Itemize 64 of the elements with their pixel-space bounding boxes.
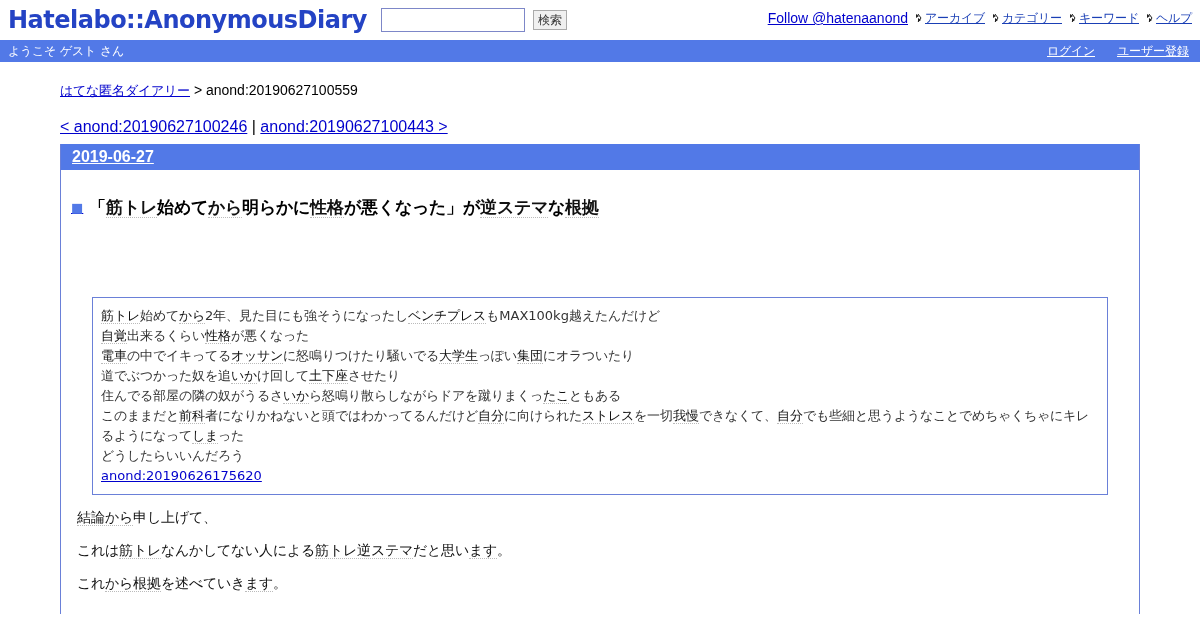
arrow-icon <box>993 14 999 22</box>
search-field[interactable] <box>380 8 525 32</box>
next-entry-link[interactable]: anond:20190627100443 > <box>260 118 448 136</box>
prev-entry-link[interactable]: < anond:20190627100246 <box>60 118 248 136</box>
account-link[interactable]: ユーザー登録 <box>1117 42 1189 60</box>
keyword-link[interactable]: 筋トレ逆ステマ <box>315 542 413 559</box>
body-paragraph: 結論から 申し上げて、 <box>77 508 218 528</box>
keyword-link[interactable]: 自覚 <box>101 328 127 344</box>
quote-line: 電車の中でイキってるオッサンに怒鳴りつけたり騒いでる大学生っぽい集団にオラついたり <box>101 347 635 366</box>
keyword-link[interactable]: 筋トレ <box>106 197 158 218</box>
nav-link[interactable]: キーワード <box>1070 9 1139 27</box>
pager-separator: | <box>250 118 257 136</box>
keyword-link[interactable]: 性格 <box>205 328 231 344</box>
quote-line: このままだと前科者になりかねないと頭ではわかってるんだけど自分に向けられたストレス を一切我慢できなくて、自分でも些細と思うようなことでめちゃくちゃにキレるようになって しま った <box>101 407 1090 446</box>
follow-link[interactable]: Follow @hatenaanond <box>767 10 908 26</box>
keyword-link[interactable]: 筋トレ <box>119 542 161 559</box>
keyword-link[interactable]: 根拠 <box>565 197 600 218</box>
source-link[interactable]: anond:20190626175620 <box>101 468 262 483</box>
keyword-link[interactable]: 自分 <box>478 408 504 424</box>
arrow-icon <box>1147 14 1153 22</box>
nav-link[interactable]: アーカイブ <box>916 9 985 27</box>
entry-title-text: 「筋トレ始めてから明らかに性格が悪くなった」が逆ステマな根拠 <box>89 196 600 219</box>
quote-line: 道でぶつかった奴を追いかけ回して土下座させたり <box>101 367 401 386</box>
account-link[interactable]: ログイン <box>1047 42 1095 60</box>
keyword-link[interactable]: 集団 <box>517 348 543 364</box>
quote-line: 住んでる部屋の隣の奴がうるさ いから怒鳴り散らしながらドアを蹴りまくっ たこ ともある <box>101 387 622 406</box>
welcome-text: ようこそ ゲスト さん <box>8 42 124 60</box>
arrow-icon <box>916 14 922 22</box>
keyword-link[interactable]: ベンチプレス <box>408 308 487 324</box>
search-button[interactable]: 検索 <box>532 10 567 30</box>
nav-link[interactable]: カテゴリー <box>993 9 1062 27</box>
keyword-link[interactable]: 大学生 <box>439 348 478 364</box>
keyword-link[interactable]: 前科 <box>179 408 205 424</box>
keyword-link[interactable]: から <box>208 197 243 218</box>
keyword-link[interactable]: しま <box>192 428 218 444</box>
keyword-link[interactable]: いか <box>231 368 257 384</box>
keyword-link[interactable]: 逆ステマ <box>480 197 549 218</box>
body-paragraph: これは筋トレ なんかしてない人による筋トレ逆ステマだと思い ます。 <box>77 541 512 561</box>
keyword-link[interactable]: いか <box>283 388 309 404</box>
keyword-link[interactable]: 土下座 <box>309 368 348 384</box>
keyword-link[interactable]: 結論から <box>77 509 133 526</box>
keyword-link[interactable]: から根拠 <box>105 575 161 592</box>
breadcrumb-link[interactable]: はてな匿名ダイアリー <box>60 82 190 100</box>
nav-link[interactable]: ヘルプ <box>1147 9 1192 27</box>
arrow-icon <box>1070 14 1076 22</box>
keyword-link[interactable]: 性格 <box>310 197 345 218</box>
keyword-link[interactable]: ます <box>469 542 497 559</box>
keyword-link[interactable]: 筋トレ <box>101 308 140 324</box>
breadcrumb-current: > anond:20190627100559 <box>192 82 358 100</box>
keyword-link[interactable]: 自分 <box>777 408 803 424</box>
body-paragraph: これから根拠を述べていき ます。 <box>77 574 288 594</box>
keyword-link[interactable]: ストレス <box>582 408 634 424</box>
keyword-link[interactable]: 電車 <box>101 348 127 364</box>
site-logo[interactable]: Hatelabo::AnonymousDiary <box>8 6 367 34</box>
keyword-link[interactable]: 我慢 <box>673 408 699 424</box>
keyword-link[interactable]: ます <box>245 575 273 592</box>
quote-line: 自覚出来るくらい性格が悪くなった <box>101 327 310 346</box>
quote-line: 筋トレ始めてから 2年、見た目にも強そうになったしベンチプレス もMAX100kg越えたんだけど <box>101 307 661 326</box>
keyword-link[interactable]: たこ <box>543 388 569 404</box>
date-link[interactable]: 2019-06-27 <box>72 148 154 166</box>
quote-line: どうしたらいいんだろう <box>101 447 245 465</box>
keyword-link[interactable]: オッサン <box>231 348 283 364</box>
permalink-mark[interactable]: ■ <box>71 200 84 215</box>
keyword-link[interactable]: から <box>179 308 205 324</box>
